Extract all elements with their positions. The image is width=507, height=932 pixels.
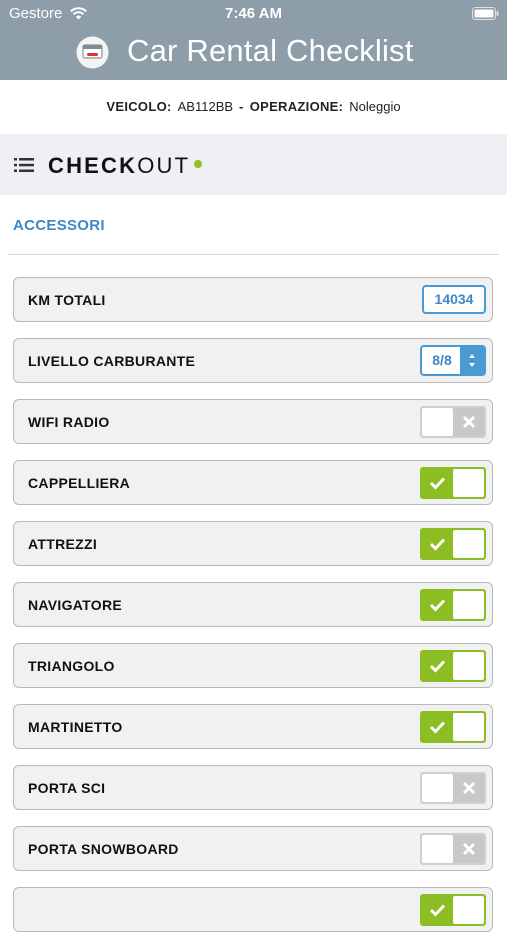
row-navigatore: NAVIGATORE — [13, 582, 493, 627]
check-icon — [429, 538, 446, 551]
row-label: TRIANGOLO — [28, 658, 115, 674]
row-label: CAPPELLIERA — [28, 475, 131, 491]
operation-value: Noleggio — [349, 98, 401, 114]
toggle-knob — [422, 774, 453, 802]
row-label: MARTINETTO — [28, 719, 123, 735]
row-label: PORTA SCI — [28, 780, 106, 796]
row-livello-carburante: LIVELLO CARBURANTE 8/8 — [13, 338, 493, 383]
info-separator: - — [239, 98, 244, 114]
toggle-cappelliera[interactable] — [420, 467, 486, 499]
up-down-arrows-icon — [460, 347, 484, 374]
check-icon — [429, 477, 446, 490]
row-label: KM TOTALI — [28, 292, 106, 308]
check-icon — [429, 599, 446, 612]
toggle-knob — [453, 713, 484, 741]
status-bar: Gestore 7:46 AM — [0, 0, 507, 28]
row-label: WIFI RADIO — [28, 414, 110, 430]
group-title: ACCESSORI — [13, 217, 105, 234]
toggle-partial[interactable] — [420, 894, 486, 926]
info-bar: VEICOLO: AB112BB - OPERAZIONE: Noleggio — [0, 80, 507, 132]
list-icon[interactable] — [14, 157, 34, 173]
cross-icon — [462, 842, 476, 856]
row-porta-snowboard: PORTA SNOWBOARD — [13, 826, 493, 871]
toggle-knob — [453, 591, 484, 619]
row-attrezzi: ATTREZZI — [13, 521, 493, 566]
vehicle-value: AB112BB — [177, 98, 234, 114]
cross-icon — [462, 415, 476, 429]
status-dot — [194, 160, 202, 168]
toggle-knob — [453, 469, 484, 497]
section-title-bold: CHECK — [48, 153, 138, 178]
toggle-knob — [422, 408, 453, 436]
app-header: Gestore 7:46 AM Car Rental Checklist — [0, 0, 507, 80]
row-label: LIVELLO CARBURANTE — [28, 353, 196, 369]
km-input[interactable]: 14034 — [422, 285, 486, 314]
section-title-rest: OUT — [137, 153, 191, 178]
toggle-porta-sci[interactable] — [420, 772, 486, 804]
row-partial — [13, 887, 493, 932]
cross-icon — [462, 781, 476, 795]
row-label: NAVIGATORE — [28, 597, 123, 613]
row-label: PORTA SNOWBOARD — [28, 841, 179, 857]
row-cappelliera: CAPPELLIERA — [13, 460, 493, 505]
check-icon — [429, 721, 446, 734]
app-title: Car Rental Checklist — [127, 33, 414, 68]
check-icon — [429, 660, 446, 673]
clock: 7:46 AM — [225, 5, 282, 22]
toggle-knob — [453, 896, 484, 924]
car-card-logo-icon — [76, 36, 109, 69]
row-porta-sci: PORTA SCI — [13, 765, 493, 810]
row-martinetto: MARTINETTO — [13, 704, 493, 749]
row-wifi-radio: WIFI RADIO — [13, 399, 493, 444]
toggle-navigatore[interactable] — [420, 589, 486, 621]
row-label: ATTREZZI — [28, 536, 98, 552]
battery-icon — [472, 7, 499, 20]
toggle-knob — [453, 530, 484, 558]
toggle-knob — [453, 652, 484, 680]
operation-label: OPERAZIONE: — [249, 98, 344, 114]
check-icon — [429, 904, 446, 917]
vehicle-label: VEICOLO: — [106, 98, 172, 114]
toggle-triangolo[interactable] — [420, 650, 486, 682]
fuel-level-select[interactable]: 8/8 — [420, 345, 486, 376]
toggle-wifi-radio[interactable] — [420, 406, 486, 438]
divider — [8, 254, 499, 255]
fuel-level-value: 8/8 — [432, 352, 452, 368]
section-title: CHECKOUT — [48, 153, 190, 179]
row-km-totali: KM TOTALI 14034 — [13, 277, 493, 322]
section-header: CHECKOUT — [0, 134, 507, 195]
toggle-attrezzi[interactable] — [420, 528, 486, 560]
toggle-martinetto[interactable] — [420, 711, 486, 743]
toggle-porta-snowboard[interactable] — [420, 833, 486, 865]
row-triangolo: TRIANGOLO — [13, 643, 493, 688]
toggle-knob — [422, 835, 453, 863]
